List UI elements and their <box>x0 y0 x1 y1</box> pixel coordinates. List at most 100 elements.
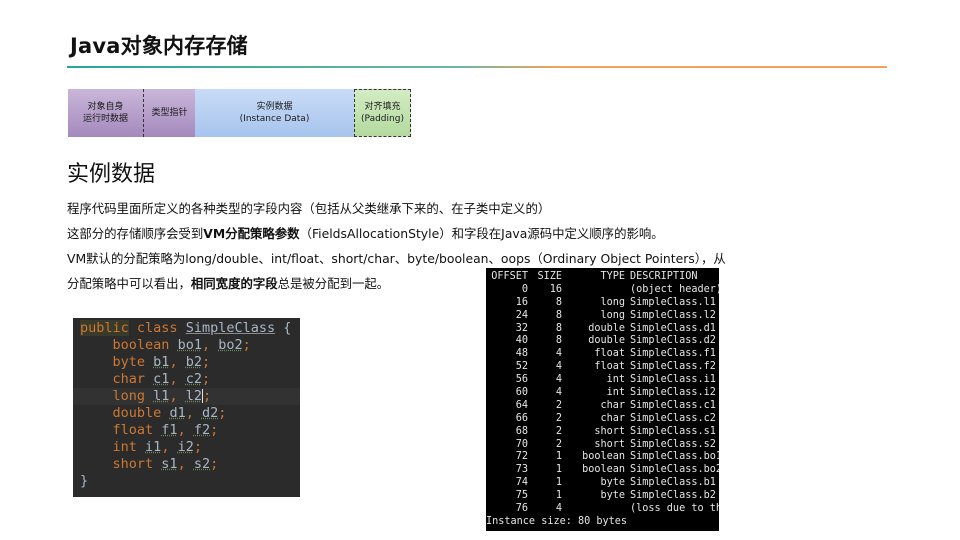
field-name: f2 <box>193 422 211 438</box>
type-cell: short <box>594 438 625 450</box>
field-type: byte <box>112 354 146 370</box>
layout-table-row: 24 8 long SimpleClass.l2 <box>486 310 719 323</box>
field-name: s1 <box>161 456 178 472</box>
semicolon: ; <box>210 456 219 472</box>
field-name: bo2 <box>218 337 243 353</box>
description-cell: SimpleClass.l1 <box>630 296 716 308</box>
offset-cell: 48 <box>515 348 528 360</box>
layout-table-row: 32 8 double SimpleClass.d1 <box>486 323 719 336</box>
type-cell: char <box>600 412 625 424</box>
layout-table-row: 74 1 byte SimpleClass.b1 <box>486 477 719 490</box>
class-declaration-line: public class SimpleClass { <box>80 320 300 337</box>
description-cell: SimpleClass.c2 <box>630 412 716 424</box>
description-cell: SimpleClass.c1 <box>630 399 716 411</box>
segment-padding: 对齐填充 (Padding) <box>354 89 411 137</box>
offset-cell: 0 <box>521 283 528 295</box>
layout-table-row: 0 16 (object header) <box>486 284 719 297</box>
segment-instance-data: 实例数据 (Instance Data) <box>195 89 354 137</box>
field-type: double <box>112 405 162 421</box>
layout-table-row: 40 8 double SimpleClass.d2 <box>486 335 719 348</box>
layout-table-row: 60 4 int SimpleClass.i2 <box>486 387 719 400</box>
field-name: s2 <box>193 456 211 472</box>
offset-cell: 68 <box>515 425 528 437</box>
size-cell: 2 <box>555 399 562 411</box>
open-brace: { <box>283 320 292 336</box>
field-name: c2 <box>185 371 202 387</box>
field-declaration-line: byte b1, b2; <box>80 354 300 371</box>
close-brace: } <box>80 473 89 489</box>
size-cell: 2 <box>555 425 562 437</box>
comma: , <box>177 422 186 438</box>
offset-cell: 75 <box>515 490 528 502</box>
size-cell: 1 <box>555 490 562 502</box>
code-editor-panel[interactable]: public class SimpleClass { boolean bo1, … <box>73 318 300 497</box>
size-cell: 2 <box>555 438 562 450</box>
description-cell: SimpleClass.l2 <box>630 309 716 321</box>
type-cell: int <box>606 387 625 399</box>
type-cell: byte <box>600 477 625 489</box>
layout-table-row: 64 2 char SimpleClass.c1 <box>486 400 719 413</box>
field-name: f1 <box>161 422 178 438</box>
type-cell: float <box>594 348 625 360</box>
type-cell: double <box>588 322 625 334</box>
section-heading: 实例数据 <box>67 162 156 187</box>
description-cell: SimpleClass.b1 <box>630 477 716 489</box>
semicolon: ; <box>242 337 251 353</box>
offset-cell: 72 <box>515 451 528 463</box>
field-declaration-line: boolean bo1, bo2; <box>80 337 300 354</box>
paragraph-4-text: 分配策略中可以看出， <box>67 276 191 291</box>
paragraph-4-text-end: 总是被分配到一起。 <box>277 276 390 291</box>
field-declaration-line: float f1, f2; <box>80 422 300 439</box>
description-cell: SimpleClass.s1 <box>630 425 716 437</box>
type-cell: char <box>600 399 625 411</box>
description-cell: SimpleClass.bo1 <box>630 451 719 463</box>
description-cell: SimpleClass.f2 <box>630 361 716 373</box>
field-declaration-line: short s1, s2; <box>80 456 300 473</box>
field-name: c1 <box>153 371 170 387</box>
offset-cell: 60 <box>515 387 528 399</box>
size-cell: 1 <box>555 464 562 476</box>
paragraph-3: VM默认的分配策略为long/double、int/float、short/ch… <box>67 251 726 266</box>
layout-table-row: 68 2 short SimpleClass.s1 <box>486 426 719 439</box>
offset-cell: 40 <box>515 335 528 347</box>
type-cell: float <box>594 361 625 373</box>
size-cell: 8 <box>555 309 562 321</box>
paragraph-2-text: 这部分的存储顺序会受到 <box>67 226 204 241</box>
comma: , <box>169 354 178 370</box>
layout-table-row: 75 1 byte SimpleClass.b2 <box>486 490 719 503</box>
offset-cell: 64 <box>515 399 528 411</box>
offset-cell: 76 <box>515 503 528 515</box>
comma: , <box>169 371 178 387</box>
field-type: long <box>112 388 146 404</box>
segment-object-header: 对象自身 运行时数据 <box>68 89 144 137</box>
field-name: d1 <box>169 405 186 421</box>
column-header-description: DESCRIPTION <box>630 271 698 282</box>
size-cell: 8 <box>555 296 562 308</box>
paragraph-1: 程序代码里面所定义的各种类型的字段内容（包括从父类继承下来的、在子类中定义的） <box>67 201 551 216</box>
field-declaration-line: double d1, d2; <box>80 405 300 422</box>
paragraph-4-emphasis: 相同宽度的字段 <box>190 276 278 291</box>
field-name: bo1 <box>177 337 202 353</box>
type-cell: long <box>600 296 625 308</box>
offset-cell: 74 <box>515 477 528 489</box>
instance-size-footer: Instance size: 80 bytes <box>486 515 628 527</box>
column-header-type: TYPE <box>600 271 625 282</box>
offset-cell: 32 <box>515 322 528 334</box>
type-cell: boolean <box>582 464 625 476</box>
field-name: i2 <box>177 439 194 455</box>
size-cell: 4 <box>555 387 562 399</box>
offset-cell: 16 <box>515 296 528 308</box>
field-name: d2 <box>201 405 219 421</box>
description-cell: SimpleClass.f1 <box>630 348 716 360</box>
comma: , <box>169 388 178 404</box>
field-declaration-line: char c1, c2; <box>80 371 300 388</box>
semicolon: ; <box>201 371 211 387</box>
layout-table-row: 76 4 (loss due to th <box>486 503 719 516</box>
paragraph-2-text-end: （FieldsAllocationStyle）和字段在Java源码中定义顺序的影… <box>299 226 664 241</box>
column-header-offset: OFFSET <box>491 271 528 282</box>
keyword-class: class <box>136 320 178 336</box>
paragraph-2-emphasis: VM分配策略参数 <box>203 226 300 241</box>
description-cell: SimpleClass.s2 <box>630 438 716 450</box>
size-cell: 2 <box>555 412 562 424</box>
size-cell: 4 <box>555 503 562 515</box>
